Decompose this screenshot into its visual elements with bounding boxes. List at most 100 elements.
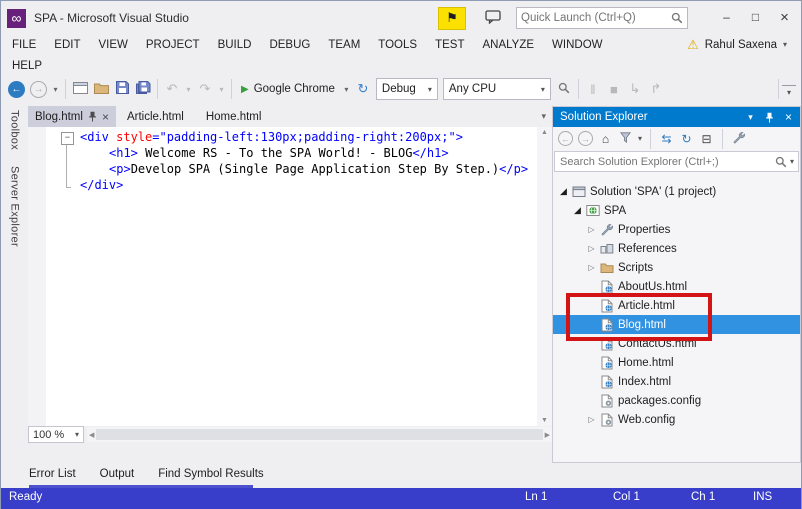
menu-item-build[interactable]: BUILD bbox=[209, 31, 261, 58]
toolbar-separator bbox=[778, 79, 779, 99]
outline-box-glyph[interactable] bbox=[46, 129, 76, 145]
filter-button[interactable] bbox=[618, 130, 633, 148]
undo-dropdown-button[interactable]: ▾ bbox=[183, 78, 194, 100]
tree-item-web-config[interactable]: ▷Web.config bbox=[553, 410, 800, 429]
tree-item-scripts[interactable]: ▷Scripts bbox=[553, 258, 800, 277]
expander-icon[interactable]: ◢ bbox=[571, 205, 584, 216]
toolbar-overflow-button[interactable]: ▾ bbox=[782, 85, 796, 97]
redo-button[interactable]: ↷ bbox=[195, 78, 215, 100]
step-into-button[interactable]: ↳ bbox=[625, 78, 645, 100]
navigation-dropdown-button[interactable]: ▾ bbox=[50, 78, 61, 100]
menu-item-window[interactable]: WINDOW bbox=[543, 31, 611, 58]
notification-flag-button[interactable]: ⚑ bbox=[438, 7, 466, 30]
solution-platform-combo[interactable]: Any CPU ▾ bbox=[443, 78, 551, 100]
navigate-forward-button[interactable]: → bbox=[28, 78, 49, 100]
scroll-up-icon[interactable]: ▲ bbox=[541, 129, 548, 136]
side-tab-toolbox[interactable]: Toolbox bbox=[9, 110, 21, 150]
menu-item-debug[interactable]: DEBUG bbox=[260, 31, 319, 58]
solution-explorer-header[interactable]: Solution Explorer ▾ × bbox=[553, 107, 800, 127]
find-in-files-button[interactable] bbox=[554, 78, 574, 100]
user-account-menu[interactable]: ⚠ Rahul Saxena ▾ bbox=[675, 37, 799, 53]
stop-debug-button[interactable]: ■ bbox=[604, 78, 624, 100]
collapse-all-button[interactable]: ⊟ bbox=[699, 130, 714, 148]
horizontal-scrollbar[interactable]: ◀ ▶ bbox=[87, 427, 552, 442]
code-lines[interactable]: <div style="padding-left:130px;padding-r… bbox=[76, 127, 537, 426]
side-tab-server-explorer[interactable]: Server Explorer bbox=[9, 166, 21, 247]
bottom-tab-find-symbol-results[interactable]: Find Symbol Results bbox=[158, 468, 263, 480]
expander-icon[interactable]: ▷ bbox=[585, 263, 598, 272]
search-icon[interactable] bbox=[667, 12, 687, 24]
tree-item-spa[interactable]: ◢SPA bbox=[553, 201, 800, 220]
menu-bar-row-2: HELP bbox=[1, 58, 801, 74]
tree-item-packages-config[interactable]: packages.config bbox=[553, 391, 800, 410]
feedback-button[interactable] bbox=[480, 7, 506, 29]
redo-dropdown-button[interactable]: ▾ bbox=[216, 78, 227, 100]
scroll-right-icon[interactable]: ▶ bbox=[545, 431, 550, 439]
open-file-button[interactable] bbox=[91, 78, 111, 100]
search-icon[interactable] bbox=[772, 156, 790, 168]
scroll-left-icon[interactable]: ◀ bbox=[89, 431, 94, 439]
bottom-tab-output[interactable]: Output bbox=[100, 468, 135, 480]
tree-item-references[interactable]: ▷References bbox=[553, 239, 800, 258]
refresh-button[interactable]: ↻ bbox=[353, 78, 373, 100]
scrollbar-thumb[interactable] bbox=[96, 429, 542, 440]
sync-with-active-document-button[interactable]: ⇆ bbox=[659, 130, 674, 148]
properties-button[interactable] bbox=[731, 130, 746, 148]
solution-configuration-combo[interactable]: Debug ▾ bbox=[376, 78, 438, 100]
menu-item-team[interactable]: TEAM bbox=[319, 31, 369, 58]
auto-hide-pin-icon[interactable] bbox=[761, 109, 778, 125]
break-all-button[interactable]: ‖ bbox=[583, 78, 603, 100]
undo-button[interactable]: ↶ bbox=[162, 78, 182, 100]
vertical-scrollbar[interactable]: ▲ ▼ bbox=[537, 127, 552, 426]
menu-item-file[interactable]: FILE bbox=[3, 31, 45, 58]
filter-dropdown-icon[interactable]: ▾ bbox=[638, 134, 642, 143]
maximize-button[interactable]: □ bbox=[741, 5, 770, 29]
close-icon[interactable]: × bbox=[102, 111, 109, 123]
tree-item-home-html[interactable]: Home.html bbox=[553, 353, 800, 372]
menu-item-test[interactable]: TEST bbox=[426, 31, 473, 58]
menu-item-view[interactable]: VIEW bbox=[90, 31, 137, 58]
expander-icon[interactable]: ▷ bbox=[585, 225, 598, 234]
tree-item-index-html[interactable]: Index.html bbox=[553, 372, 800, 391]
menu-item-analyze[interactable]: ANALYZE bbox=[473, 31, 543, 58]
tree-item-solution-spa-1-project[interactable]: ◢Solution 'SPA' (1 project) bbox=[553, 182, 800, 201]
code-token: <div bbox=[80, 130, 116, 144]
overflow-chevron-icon: ▾ bbox=[787, 88, 791, 97]
editor-tab-article-html[interactable]: Article.html bbox=[116, 106, 195, 127]
refresh-button[interactable]: ↻ bbox=[679, 130, 694, 148]
save-all-button[interactable] bbox=[133, 78, 153, 100]
minimize-button[interactable]: – bbox=[712, 5, 741, 29]
menu-item-edit[interactable]: EDIT bbox=[45, 31, 89, 58]
home-button[interactable]: ⌂ bbox=[598, 130, 613, 148]
expander-icon[interactable]: ▷ bbox=[585, 415, 598, 424]
menu-item-help[interactable]: HELP bbox=[3, 58, 51, 74]
quick-launch-input[interactable] bbox=[517, 12, 667, 24]
se-back-button[interactable]: ← bbox=[558, 130, 573, 148]
pin-icon[interactable] bbox=[88, 111, 97, 122]
start-debug-button[interactable]: ▶ Google Chrome bbox=[236, 78, 340, 100]
editor-tab-home-html[interactable]: Home.html bbox=[195, 106, 273, 127]
tree-item-properties[interactable]: ▷Properties bbox=[553, 220, 800, 239]
expander-icon[interactable]: ▷ bbox=[585, 244, 598, 253]
window-position-dropdown-icon[interactable]: ▾ bbox=[742, 109, 759, 125]
document-list-dropdown-icon[interactable]: ▾ bbox=[541, 111, 552, 122]
step-over-button[interactable]: ↱ bbox=[646, 78, 666, 100]
close-icon[interactable]: × bbox=[780, 109, 797, 125]
expander-icon[interactable]: ◢ bbox=[557, 186, 570, 197]
browser-dropdown-button[interactable]: ▾ bbox=[341, 78, 352, 100]
close-button[interactable]: × bbox=[770, 5, 799, 29]
save-button[interactable] bbox=[112, 78, 132, 100]
new-project-button[interactable] bbox=[70, 78, 90, 100]
se-forward-button[interactable]: → bbox=[578, 130, 593, 148]
breakpoint-margin[interactable] bbox=[28, 127, 46, 426]
code-editor[interactable]: <div style="padding-left:130px;padding-r… bbox=[28, 127, 552, 426]
bottom-tab-error-list[interactable]: Error List bbox=[29, 468, 76, 480]
scroll-down-icon[interactable]: ▼ bbox=[541, 417, 548, 424]
editor-tab-blog-html[interactable]: Blog.html× bbox=[28, 106, 116, 127]
menu-item-tools[interactable]: TOOLS bbox=[369, 31, 426, 58]
zoom-combo[interactable]: 100 % ▾ bbox=[28, 426, 84, 443]
menu-item-project[interactable]: PROJECT bbox=[137, 31, 209, 58]
navigate-backward-button[interactable]: ← bbox=[6, 78, 27, 100]
search-dropdown-icon[interactable]: ▾ bbox=[790, 157, 798, 166]
solution-search-input[interactable] bbox=[555, 156, 772, 168]
